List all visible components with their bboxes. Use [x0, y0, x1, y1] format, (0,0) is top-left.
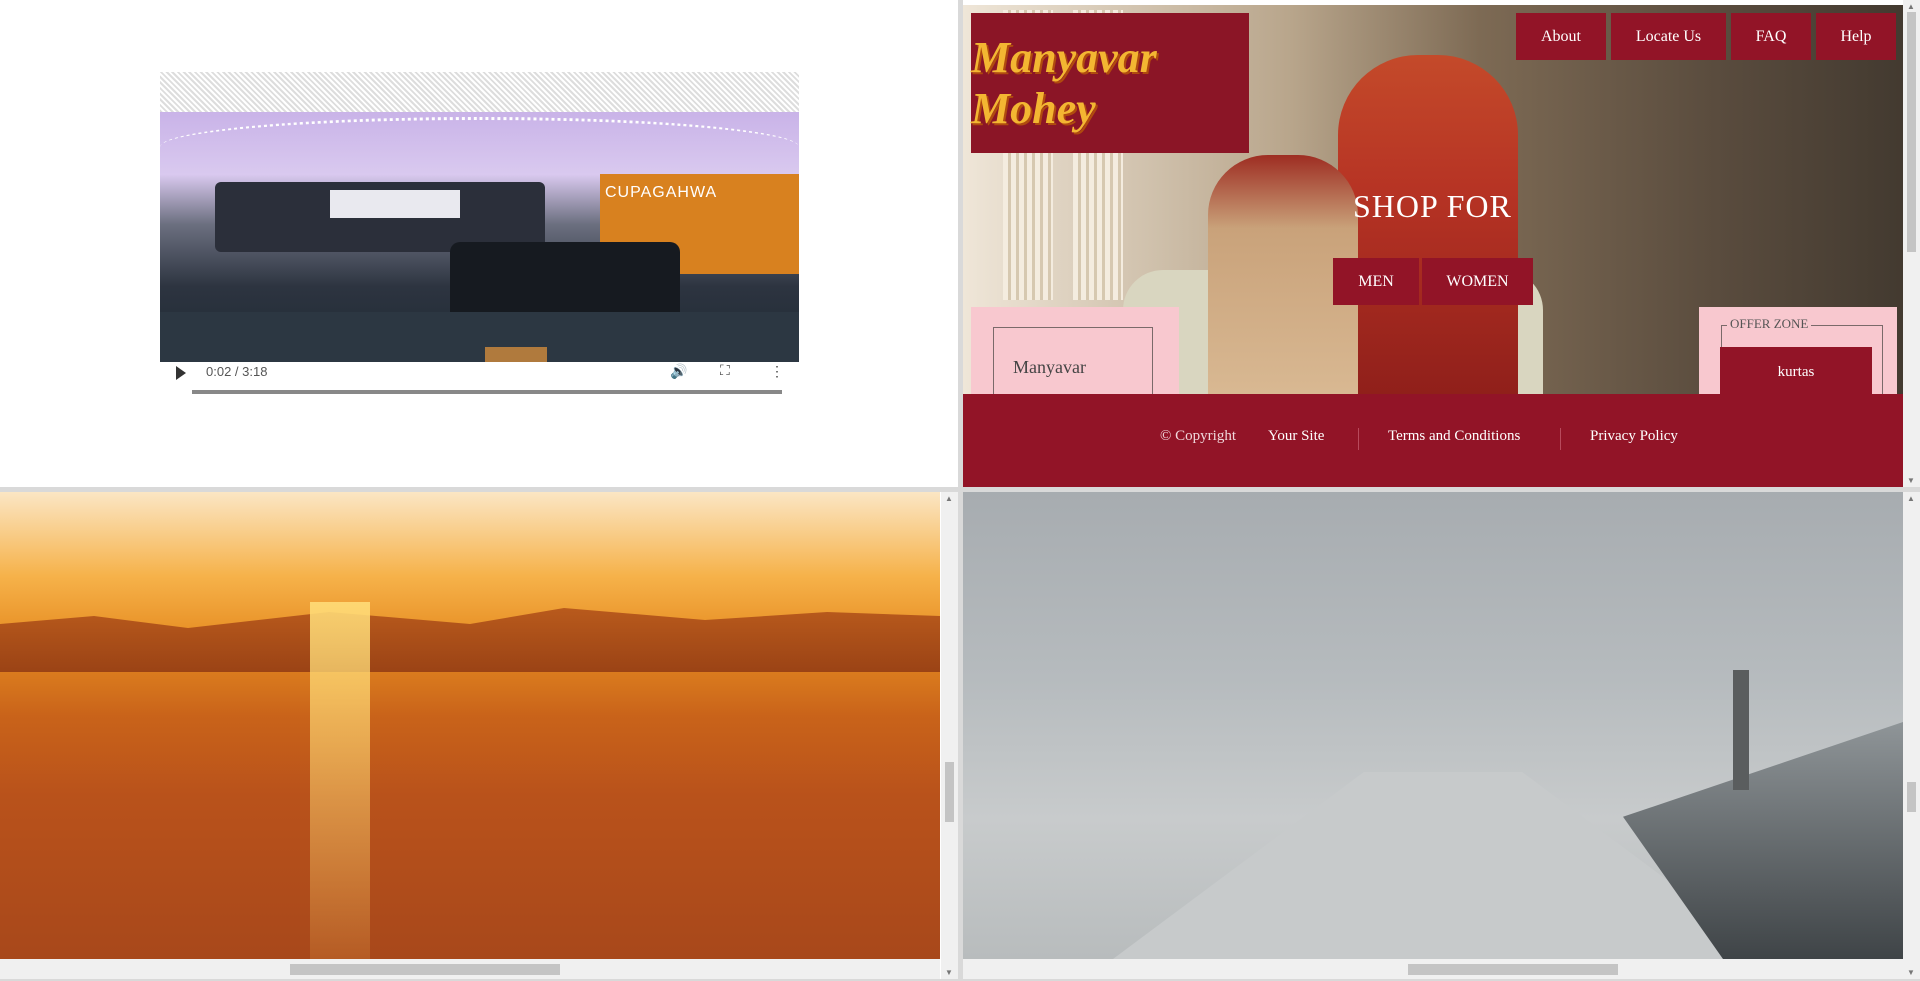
sun-beam — [310, 602, 370, 959]
footer-copyright: © Copyright — [1160, 428, 1236, 444]
scroll-thumb[interactable] — [1408, 964, 1618, 975]
more-options-icon[interactable]: ⋮ — [770, 364, 784, 381]
video-pane: CUPAGAHWA 0:02 / 3:18 🔊 ⛶ ⋮ — [0, 0, 958, 487]
video-controls: 0:02 / 3:18 🔊 ⛶ ⋮ — [160, 362, 799, 400]
video-progress-bar[interactable] — [192, 390, 782, 394]
video-noise-band — [160, 72, 799, 112]
string-lights — [160, 117, 799, 177]
shop-women-button[interactable]: WOMEN — [1422, 258, 1533, 305]
shop-title: SHOP FOR — [1353, 188, 1512, 224]
fog-pane: ▲ ▼ — [963, 492, 1920, 979]
scroll-up-icon[interactable]: ▲ — [1907, 2, 1915, 11]
container-sign: CUPAGAHWA — [605, 184, 718, 201]
sunset-image — [0, 492, 940, 959]
road-post — [1733, 670, 1749, 790]
vertical-scrollbar[interactable]: ▲ ▼ — [1903, 0, 1920, 487]
foggy-road-image — [963, 492, 1903, 959]
footer-divider — [1358, 428, 1359, 450]
nav-help[interactable]: Help — [1816, 13, 1896, 60]
sunset-pane: ▲ ▼ — [0, 492, 958, 979]
video-time: 0:02 / 3:18 — [206, 364, 268, 379]
volume-icon[interactable]: 🔊 — [670, 364, 687, 381]
footer-divider — [1560, 428, 1561, 450]
footer-link-privacy[interactable]: Privacy Policy — [1590, 428, 1678, 445]
vertical-scrollbar[interactable]: ▲ ▼ — [1903, 492, 1920, 979]
vertical-scrollbar[interactable]: ▲ ▼ — [941, 492, 958, 979]
fullscreen-icon[interactable]: ⛶ — [720, 364, 730, 380]
offer-zone-legend: OFFER ZONE — [1727, 316, 1812, 332]
site-footer: © Copyright Your Site Terms and Conditio… — [963, 394, 1903, 487]
scroll-thumb[interactable] — [945, 762, 954, 822]
scroll-down-icon[interactable]: ▼ — [1907, 476, 1915, 485]
horizontal-scrollbar[interactable] — [0, 959, 940, 979]
jeep — [450, 242, 680, 322]
scroll-thumb[interactable] — [1907, 782, 1916, 812]
nav-locate-us[interactable]: Locate Us — [1611, 13, 1726, 60]
scroll-thumb[interactable] — [1907, 12, 1916, 252]
hills — [0, 608, 940, 672]
footer-link-your-site[interactable]: Your Site — [1268, 428, 1324, 445]
play-icon[interactable] — [176, 366, 186, 380]
video-frame: CUPAGAHWA — [160, 112, 799, 377]
video-player[interactable]: CUPAGAHWA 0:02 / 3:18 🔊 ⛶ ⋮ — [160, 72, 799, 400]
shop-men-button[interactable]: MEN — [1333, 258, 1419, 305]
brand-card-label: Manyavar — [1013, 357, 1086, 377]
offer-kurtas-button[interactable]: kurtas — [1720, 347, 1872, 397]
logo-text: Manyavar Mohey — [971, 33, 1157, 133]
horizontal-scrollbar[interactable] — [963, 959, 1903, 979]
scroll-down-icon[interactable]: ▼ — [945, 968, 953, 977]
truck-window — [330, 190, 460, 218]
offer-zone-card: OFFER ZONE kurtas — [1699, 307, 1897, 405]
brand-logo[interactable]: Manyavar Mohey — [971, 13, 1249, 153]
scroll-up-icon[interactable]: ▲ — [945, 494, 953, 503]
scroll-up-icon[interactable]: ▲ — [1907, 494, 1915, 503]
bride-image — [1338, 55, 1518, 400]
footer-link-terms[interactable]: Terms and Conditions — [1388, 428, 1520, 445]
nav-about[interactable]: About — [1516, 13, 1606, 60]
scroll-down-icon[interactable]: ▼ — [1907, 968, 1915, 977]
road — [160, 312, 799, 362]
nav-faq[interactable]: FAQ — [1731, 13, 1811, 60]
website-pane: Manyavar Mohey About Locate Us FAQ Help … — [963, 0, 1920, 487]
scroll-thumb[interactable] — [290, 964, 560, 975]
brand-card: Manyavar — [971, 307, 1179, 407]
